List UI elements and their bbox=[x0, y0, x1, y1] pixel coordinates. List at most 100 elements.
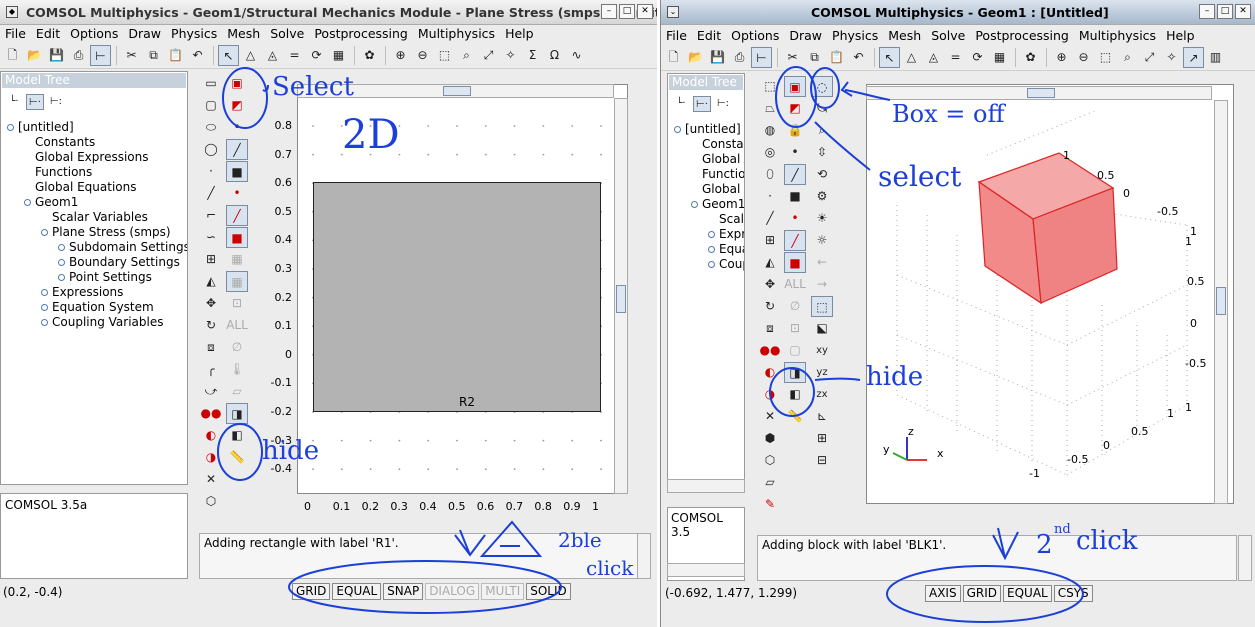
point-icon[interactable]: · bbox=[759, 186, 781, 207]
menu-postprocessing[interactable]: Postprocessing bbox=[309, 25, 413, 42]
tree-view-flat-icon[interactable]: └· bbox=[5, 94, 23, 110]
title-bar[interactable]: ⌄ COMSOL Multiphysics - Geom1 : [Untitle… bbox=[661, 0, 1255, 25]
tree-node[interactable]: [untitled] bbox=[7, 120, 74, 135]
save-icon[interactable]: 💾 bbox=[707, 47, 728, 68]
tree-node[interactable]: Coupling Variables bbox=[41, 315, 164, 330]
xy-plane-icon[interactable]: xy bbox=[811, 340, 833, 361]
sigma-icon[interactable]: Σ bbox=[522, 45, 543, 66]
vertical-scrollbar[interactable] bbox=[1214, 100, 1228, 504]
show-objects-icon[interactable]: ◧ bbox=[784, 384, 806, 405]
info-scrollbar[interactable] bbox=[667, 563, 745, 577]
camera-settings-icon[interactable]: ⚙ bbox=[811, 186, 833, 207]
copy-icon[interactable]: ⧉ bbox=[804, 47, 825, 68]
close-button[interactable]: ✕ bbox=[637, 4, 653, 19]
tree-node[interactable]: Constar bbox=[691, 137, 744, 152]
paste-icon[interactable]: 📋 bbox=[826, 47, 847, 68]
minimize-button[interactable]: – bbox=[601, 4, 617, 19]
thermometer-icon[interactable]: 🌡 bbox=[226, 359, 248, 380]
select-adjacent-icon[interactable]: ⊡ bbox=[784, 318, 806, 339]
tree-node[interactable]: Functio bbox=[691, 167, 744, 182]
move-icon[interactable]: ✥ bbox=[200, 293, 222, 314]
paste-icon[interactable]: 📋 bbox=[165, 45, 186, 66]
status-grid-button[interactable]: GRID bbox=[292, 583, 331, 600]
bezier-icon[interactable]: ⌐ bbox=[200, 205, 222, 226]
tree-view-full-icon[interactable]: ⊢: bbox=[714, 96, 732, 112]
ruler-icon[interactable]: 📏 bbox=[784, 406, 806, 427]
window-menu-icon[interactable]: ⌄ bbox=[667, 6, 679, 18]
view-3d-icon[interactable]: ✧ bbox=[1161, 47, 1182, 68]
restart-icon[interactable]: ⟳ bbox=[306, 45, 327, 66]
eraser-icon[interactable]: ▱ bbox=[226, 381, 248, 402]
split-icon[interactable]: ✕ bbox=[200, 469, 222, 490]
status-solid-button[interactable]: SOLID bbox=[526, 583, 571, 600]
tree-node[interactable]: Plane Stress (smps) bbox=[41, 225, 171, 240]
menu-mesh[interactable]: Mesh bbox=[883, 27, 926, 44]
menu-help[interactable]: Help bbox=[1161, 27, 1200, 44]
triangle-mesh-icon[interactable]: △ bbox=[240, 45, 261, 66]
fillet-icon[interactable]: ╭ bbox=[200, 359, 222, 380]
point-select-icon[interactable]: • bbox=[784, 208, 806, 229]
pointer-select-icon[interactable]: ↖ bbox=[218, 45, 239, 66]
move-icon[interactable]: ✥ bbox=[759, 274, 781, 295]
menu-options[interactable]: Options bbox=[726, 27, 784, 44]
move-view-icon[interactable]: ⇳ bbox=[811, 142, 833, 163]
pen-icon[interactable]: ✎ bbox=[759, 494, 781, 515]
subdomain-select-icon[interactable]: ■ bbox=[784, 252, 806, 273]
select-subdomains-icon[interactable]: ◩ bbox=[226, 95, 248, 116]
split-icon[interactable]: ✕ bbox=[759, 406, 781, 427]
tree-node[interactable]: Equation System bbox=[41, 300, 154, 315]
union-icon[interactable]: ●● bbox=[200, 403, 222, 424]
zoom-out-icon[interactable]: ⊖ bbox=[412, 45, 433, 66]
rotate-icon[interactable]: ↻ bbox=[759, 296, 781, 317]
tree-node[interactable]: Geom1 bbox=[691, 197, 744, 212]
boundary-select-icon[interactable]: ╱ bbox=[784, 230, 806, 251]
zoom-view-icon[interactable]: ⌕ bbox=[811, 120, 833, 141]
zoom-in-icon[interactable]: ⊕ bbox=[390, 45, 411, 66]
pointer-select-icon[interactable]: ↖ bbox=[879, 47, 900, 68]
tree-node[interactable]: Equa bbox=[708, 242, 744, 257]
copy-icon[interactable]: ⧉ bbox=[143, 45, 164, 66]
menu-options[interactable]: Options bbox=[65, 25, 123, 42]
union-icon[interactable]: ●● bbox=[759, 340, 781, 361]
menu-file[interactable]: File bbox=[0, 25, 31, 42]
status-multi-button[interactable]: MULTI bbox=[481, 583, 525, 600]
status-axis-button[interactable]: AXIS bbox=[925, 585, 961, 602]
mirror-icon[interactable]: ◭ bbox=[759, 252, 781, 273]
menu-edit[interactable]: Edit bbox=[692, 27, 726, 44]
tree-node[interactable]: Expr bbox=[708, 227, 744, 242]
menu-mesh[interactable]: Mesh bbox=[222, 25, 265, 42]
point-icon[interactable]: · bbox=[200, 161, 222, 182]
menu-draw[interactable]: Draw bbox=[784, 27, 827, 44]
rectangle-icon[interactable]: ▭ bbox=[200, 73, 222, 94]
select-none-icon[interactable]: ∅ bbox=[784, 296, 806, 317]
array-icon[interactable]: ⊞ bbox=[759, 230, 781, 251]
print-icon[interactable]: ⎙ bbox=[68, 45, 89, 66]
cone-icon[interactable]: ⏢ bbox=[759, 98, 781, 119]
maximize-button[interactable]: □ bbox=[1217, 4, 1233, 19]
status-equal-button[interactable]: EQUAL bbox=[332, 583, 382, 600]
boundary-select-icon[interactable]: ╱ bbox=[226, 205, 248, 226]
select-adjacent-icon[interactable]: ⊡ bbox=[226, 293, 248, 314]
extrude-icon[interactable]: ⬢ bbox=[759, 428, 781, 449]
tree-node[interactable]: Coup bbox=[708, 257, 744, 272]
rotate-view-icon[interactable]: ⤿ bbox=[811, 98, 833, 119]
mirror-icon[interactable]: ◭ bbox=[200, 271, 222, 292]
plot-icon[interactable]: ▦ bbox=[328, 45, 349, 66]
select-subdomains-icon[interactable]: ◩ bbox=[784, 98, 806, 119]
plot-icon[interactable]: ▦ bbox=[989, 47, 1010, 68]
intersection-icon[interactable]: ◐ bbox=[759, 362, 781, 383]
previous-view-icon[interactable]: ← bbox=[811, 252, 833, 273]
line-icon[interactable]: ∿ bbox=[566, 45, 587, 66]
undo-icon[interactable]: ↶ bbox=[187, 45, 208, 66]
circle-icon[interactable]: ◯ bbox=[200, 139, 222, 160]
show-objects-icon[interactable]: ◧ bbox=[226, 425, 248, 446]
restart-icon[interactable]: ⟳ bbox=[967, 47, 988, 68]
cube-view-icon[interactable]: ⬚ bbox=[811, 296, 833, 317]
status-csys-button[interactable]: CSYS bbox=[1053, 585, 1093, 602]
ruler-icon[interactable]: 📏 bbox=[226, 447, 248, 468]
view-3d-icon[interactable]: ✧ bbox=[500, 45, 521, 66]
tree-view-full-icon[interactable]: ⊢: bbox=[47, 94, 65, 110]
select-all-small-icon[interactable]: ALL bbox=[226, 315, 248, 336]
vertical-scrollbar[interactable] bbox=[614, 98, 628, 494]
zx-plane-icon[interactable]: zx bbox=[811, 384, 833, 405]
